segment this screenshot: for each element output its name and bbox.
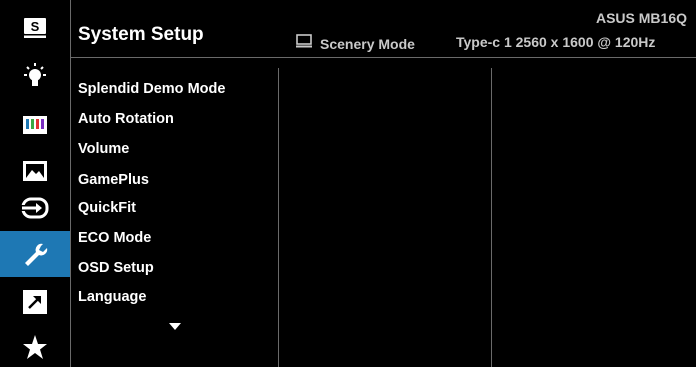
splendid-s-icon: S (23, 17, 47, 39)
model-name: ASUS MB16Q (595, 10, 687, 26)
sidebar-item-splendid[interactable]: S (0, 12, 70, 44)
mode-label: Scenery Mode (320, 35, 415, 52)
menu-item-osd-setup[interactable]: OSD Setup (78, 260, 154, 276)
star-icon (22, 334, 48, 360)
input-signal-info: Type-c 1 2560 x 1600 @ 120Hz (456, 34, 656, 50)
osd-panel: S ASUS MB16Q System Setup Scenery Mode T… (0, 0, 696, 367)
sidebar-item-input[interactable] (0, 192, 70, 224)
menu-item-language[interactable]: Language (78, 289, 146, 305)
page-title: System Setup (78, 24, 204, 45)
sidebar-item-shortcut[interactable] (0, 286, 70, 318)
sidebar-item-system-setup[interactable] (0, 231, 70, 277)
menu-item-gameplus[interactable]: GamePlus (78, 172, 149, 188)
sidebar-item-image[interactable] (0, 155, 70, 187)
light-bulb-icon (21, 62, 49, 90)
menu-item-quickfit[interactable]: QuickFit (78, 200, 136, 216)
image-landscape-icon (23, 161, 47, 181)
monitor-mode-icon (296, 34, 312, 53)
submenu-divider-1 (278, 68, 279, 367)
mode-indicator: Scenery Mode (296, 34, 415, 53)
sidebar-item-favorite[interactable] (0, 331, 70, 363)
sidebar-item-color[interactable] (0, 109, 70, 141)
sidebar-divider (70, 0, 71, 367)
menu-item-volume[interactable]: Volume (78, 141, 129, 157)
submenu-divider-2 (491, 68, 492, 367)
sidebar-item-blue-light[interactable] (0, 60, 70, 92)
menu-item-auto-rotation[interactable]: Auto Rotation (78, 111, 174, 127)
wrench-icon (22, 241, 48, 267)
down-triangle-icon[interactable] (169, 323, 181, 330)
shortcut-arrow-icon (23, 290, 47, 314)
menu-item-splendid-demo-mode[interactable]: Splendid Demo Mode (78, 81, 225, 97)
menu-item-eco-mode[interactable]: ECO Mode (78, 230, 151, 246)
sidebar: S (0, 0, 70, 367)
color-bars-icon (23, 116, 47, 134)
svg-text:S: S (31, 19, 40, 34)
header-divider (71, 57, 696, 58)
input-select-icon (21, 197, 49, 219)
